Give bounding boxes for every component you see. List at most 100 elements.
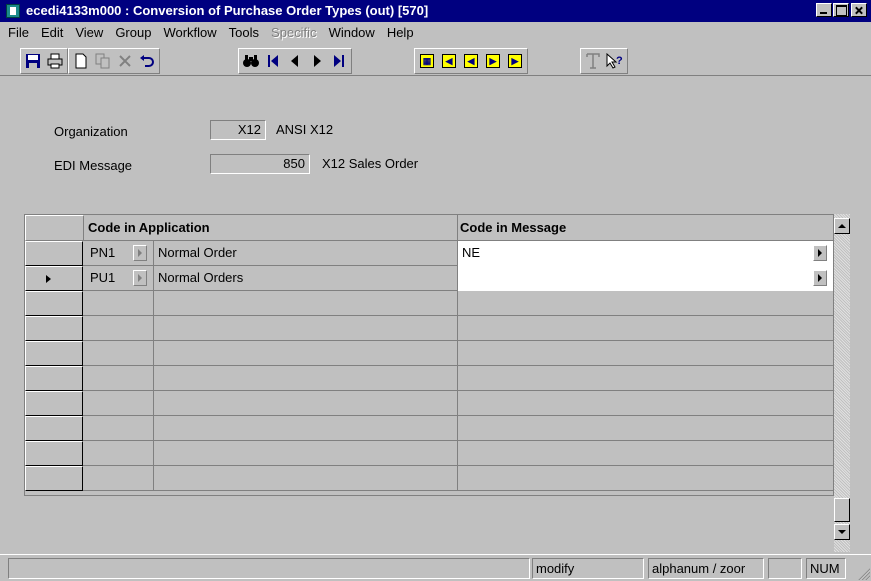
previous-group-icon[interactable]: ◀	[460, 50, 482, 72]
empty-cell	[84, 416, 154, 441]
column-header-code-in-application[interactable]: Code in Application	[84, 215, 458, 241]
empty-cell	[458, 366, 834, 391]
empty-cell	[458, 341, 834, 366]
toolbar: ▦ ◀ ◀ ▶ ▶ ?	[0, 42, 871, 76]
row-selector[interactable]	[25, 341, 83, 366]
resize-grip-icon[interactable]	[858, 568, 870, 580]
row-selector[interactable]	[25, 241, 83, 266]
empty-cell	[458, 416, 834, 441]
zoom-arrow-icon[interactable]	[133, 270, 147, 286]
title-bar: ecedi4133m000 : Conversion of Purchase O…	[0, 0, 871, 22]
new-icon[interactable]	[70, 50, 92, 72]
current-row-pointer-icon	[46, 275, 51, 283]
message-code-cell[interactable]: NE	[458, 241, 834, 266]
edi-message-label: EDI Message	[54, 158, 133, 173]
menu-help[interactable]: Help	[387, 25, 414, 40]
row-selector[interactable]	[25, 266, 83, 291]
copy-icon	[92, 50, 114, 72]
menu-tools[interactable]: Tools	[229, 25, 259, 40]
menu-view[interactable]: View	[75, 25, 103, 40]
window-title: ecedi4133m000 : Conversion of Purchase O…	[26, 3, 429, 18]
empty-cell	[84, 316, 154, 341]
empty-cell	[154, 466, 458, 491]
empty-cell	[458, 316, 834, 341]
minimize-button[interactable]	[816, 3, 832, 17]
empty-cell	[84, 366, 154, 391]
row-header-corner	[25, 215, 84, 241]
empty-cell	[154, 416, 458, 441]
menu-window[interactable]: Window	[329, 25, 375, 40]
table-row[interactable]: PU1 Normal Orders	[25, 266, 835, 291]
last-record-icon[interactable]	[328, 50, 350, 72]
previous-record-icon[interactable]	[284, 50, 306, 72]
last-group-icon[interactable]: ▶	[504, 50, 526, 72]
delete-icon	[114, 50, 136, 72]
empty-row[interactable]	[25, 316, 835, 341]
empty-row[interactable]	[25, 341, 835, 366]
empty-row[interactable]	[25, 466, 835, 491]
zoom-arrow-icon[interactable]	[813, 270, 827, 286]
next-record-icon[interactable]	[306, 50, 328, 72]
vertical-scrollbar[interactable]	[834, 214, 850, 552]
row-selector[interactable]	[25, 366, 83, 391]
form-icon[interactable]: ▦	[416, 50, 438, 72]
empty-row[interactable]	[25, 441, 835, 466]
edi-message-description: X12 Sales Order	[322, 156, 419, 171]
menu-edit[interactable]: Edit	[41, 25, 63, 40]
maximize-button[interactable]	[833, 3, 849, 17]
empty-cell	[154, 391, 458, 416]
row-selector[interactable]	[25, 291, 83, 316]
zoom-arrow-icon[interactable]	[813, 245, 827, 261]
row-selector[interactable]	[25, 466, 83, 491]
table-row[interactable]: PN1 Normal Order NE	[25, 241, 835, 266]
empty-cell	[154, 291, 458, 316]
menu-group[interactable]: Group	[115, 25, 151, 40]
status-input-mode: alphanum / zoor	[648, 558, 764, 579]
empty-cell	[154, 316, 458, 341]
status-empty-panel	[768, 558, 802, 579]
first-group-icon[interactable]: ◀	[438, 50, 460, 72]
toolbar-group-group: ▦ ◀ ◀ ▶ ▶	[414, 48, 528, 74]
svg-text:?: ?	[616, 55, 623, 67]
save-icon[interactable]	[22, 50, 44, 72]
empty-cell	[84, 441, 154, 466]
empty-cell	[84, 341, 154, 366]
scroll-thumb[interactable]	[834, 498, 850, 522]
scroll-up-arrow-icon[interactable]	[834, 218, 850, 234]
undo-icon[interactable]	[136, 50, 158, 72]
print-icon[interactable]	[44, 50, 66, 72]
find-icon[interactable]	[240, 50, 262, 72]
close-button[interactable]	[851, 3, 867, 17]
scroll-down-arrow-icon[interactable]	[834, 524, 850, 540]
row-selector[interactable]	[25, 441, 83, 466]
menu-workflow[interactable]: Workflow	[163, 25, 216, 40]
column-header-code-in-message[interactable]: Code in Message	[458, 215, 834, 241]
empty-cell	[458, 291, 834, 316]
toolbar-group-edit	[68, 48, 160, 74]
help-icon[interactable]: ?	[604, 50, 626, 72]
conversion-grid: Code in Application Code in Message PN1 …	[24, 214, 835, 496]
menu-bar: File Edit View Group Workflow Tools Spec…	[0, 22, 871, 42]
organization-description: ANSI X12	[276, 122, 334, 137]
application-description-cell: Normal Orders	[154, 266, 458, 291]
row-selector[interactable]	[25, 316, 83, 341]
row-selector[interactable]	[25, 391, 83, 416]
first-record-icon[interactable]	[262, 50, 284, 72]
message-code-cell[interactable]	[458, 266, 834, 291]
status-mode: modify	[532, 558, 644, 579]
empty-row[interactable]	[25, 366, 835, 391]
application-code: PN1	[90, 245, 116, 260]
zoom-arrow-icon[interactable]	[133, 245, 147, 261]
edi-message-field[interactable]: 850	[210, 154, 310, 174]
empty-row[interactable]	[25, 391, 835, 416]
empty-row[interactable]	[25, 291, 835, 316]
row-selector[interactable]	[25, 416, 83, 441]
status-message-panel	[8, 558, 530, 579]
window-controls	[815, 3, 867, 17]
next-group-icon[interactable]: ▶	[482, 50, 504, 72]
empty-row[interactable]	[25, 416, 835, 441]
menu-file[interactable]: File	[8, 25, 29, 40]
organization-field[interactable]: X12	[210, 120, 266, 140]
organization-label: Organization	[54, 124, 128, 139]
empty-cell	[84, 391, 154, 416]
